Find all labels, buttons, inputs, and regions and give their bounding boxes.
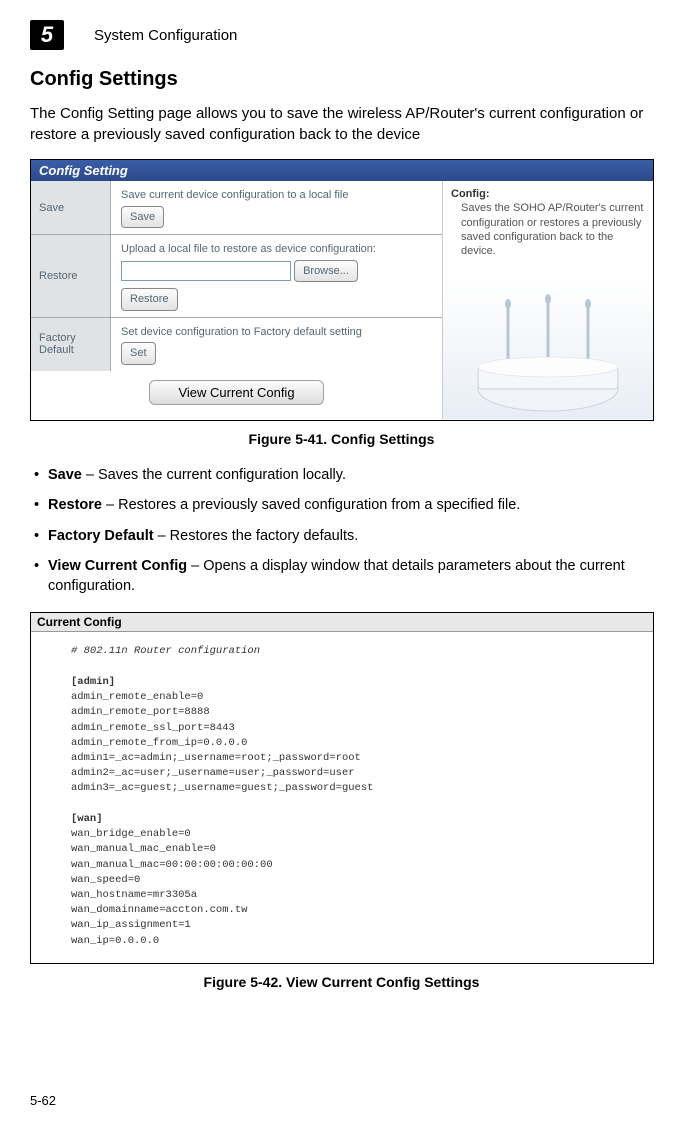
save-button[interactable]: Save bbox=[121, 206, 164, 229]
def: – Saves the current configuration locall… bbox=[82, 467, 346, 483]
figure-current-config: Current Config # 802.11n Router configur… bbox=[30, 612, 654, 963]
row-save-desc: Save current device configuration to a l… bbox=[121, 187, 432, 204]
set-button[interactable]: Set bbox=[121, 342, 156, 365]
def: – Restores the factory defaults. bbox=[154, 528, 359, 544]
term: Restore bbox=[48, 497, 102, 513]
help-title: Config: bbox=[451, 187, 645, 201]
term: Factory Default bbox=[48, 528, 154, 544]
row-factory-desc: Set device configuration to Factory defa… bbox=[121, 324, 432, 341]
row-save: Save Save current device configuration t… bbox=[31, 181, 442, 235]
config-table: Save Save current device configuration t… bbox=[31, 181, 443, 419]
view-config-row: View Current Config bbox=[31, 371, 442, 414]
list-item: •Factory Default – Restores the factory … bbox=[30, 526, 653, 546]
view-current-config-button[interactable]: View Current Config bbox=[149, 380, 323, 405]
router-illustration bbox=[458, 294, 638, 414]
section-title: Config Settings bbox=[30, 68, 653, 91]
panel-title: Config Setting bbox=[31, 160, 653, 181]
router-icon bbox=[458, 294, 638, 414]
page-header: 5 System Configuration bbox=[30, 20, 653, 50]
row-restore: Restore Upload a local file to restore a… bbox=[31, 235, 442, 318]
list-item: •View Current Config – Opens a display w… bbox=[30, 556, 653, 597]
intro-text: The Config Setting page allows you to sa… bbox=[30, 103, 653, 145]
help-panel: Config: Saves the SOHO AP/Router's curre… bbox=[443, 181, 653, 419]
restore-file-input[interactable] bbox=[121, 261, 291, 281]
row-restore-label: Restore bbox=[31, 235, 111, 317]
figure-caption-1: Figure 5-41. Config Settings bbox=[30, 431, 653, 447]
def: – Restores a previously saved configurat… bbox=[102, 497, 520, 513]
row-factory: Factory Default Set device configuration… bbox=[31, 318, 442, 371]
row-restore-desc: Upload a local file to restore as device… bbox=[121, 241, 432, 258]
list-item: •Restore – Restores a previously saved c… bbox=[30, 495, 653, 515]
definition-list: •Save – Saves the current configuration … bbox=[30, 465, 653, 596]
page-number: 5-62 bbox=[30, 1093, 56, 1108]
term: Save bbox=[48, 467, 82, 483]
row-save-label: Save bbox=[31, 181, 111, 234]
chapter-number-badge: 5 bbox=[30, 20, 64, 50]
list-item: •Save – Saves the current configuration … bbox=[30, 465, 653, 485]
restore-button[interactable]: Restore bbox=[121, 288, 178, 311]
chapter-title: System Configuration bbox=[94, 27, 237, 44]
help-text: Saves the SOHO AP/Router's current confi… bbox=[451, 201, 645, 258]
config-dump: # 802.11n Router configuration [admin] a… bbox=[31, 632, 653, 962]
term: View Current Config bbox=[48, 558, 187, 574]
current-config-title: Current Config bbox=[31, 613, 653, 632]
figure-config-settings: Config Setting Save Save current device … bbox=[30, 159, 654, 421]
browse-button[interactable]: Browse... bbox=[294, 260, 358, 283]
row-factory-label: Factory Default bbox=[31, 318, 111, 371]
figure-caption-2: Figure 5-42. View Current Config Setting… bbox=[30, 974, 653, 990]
